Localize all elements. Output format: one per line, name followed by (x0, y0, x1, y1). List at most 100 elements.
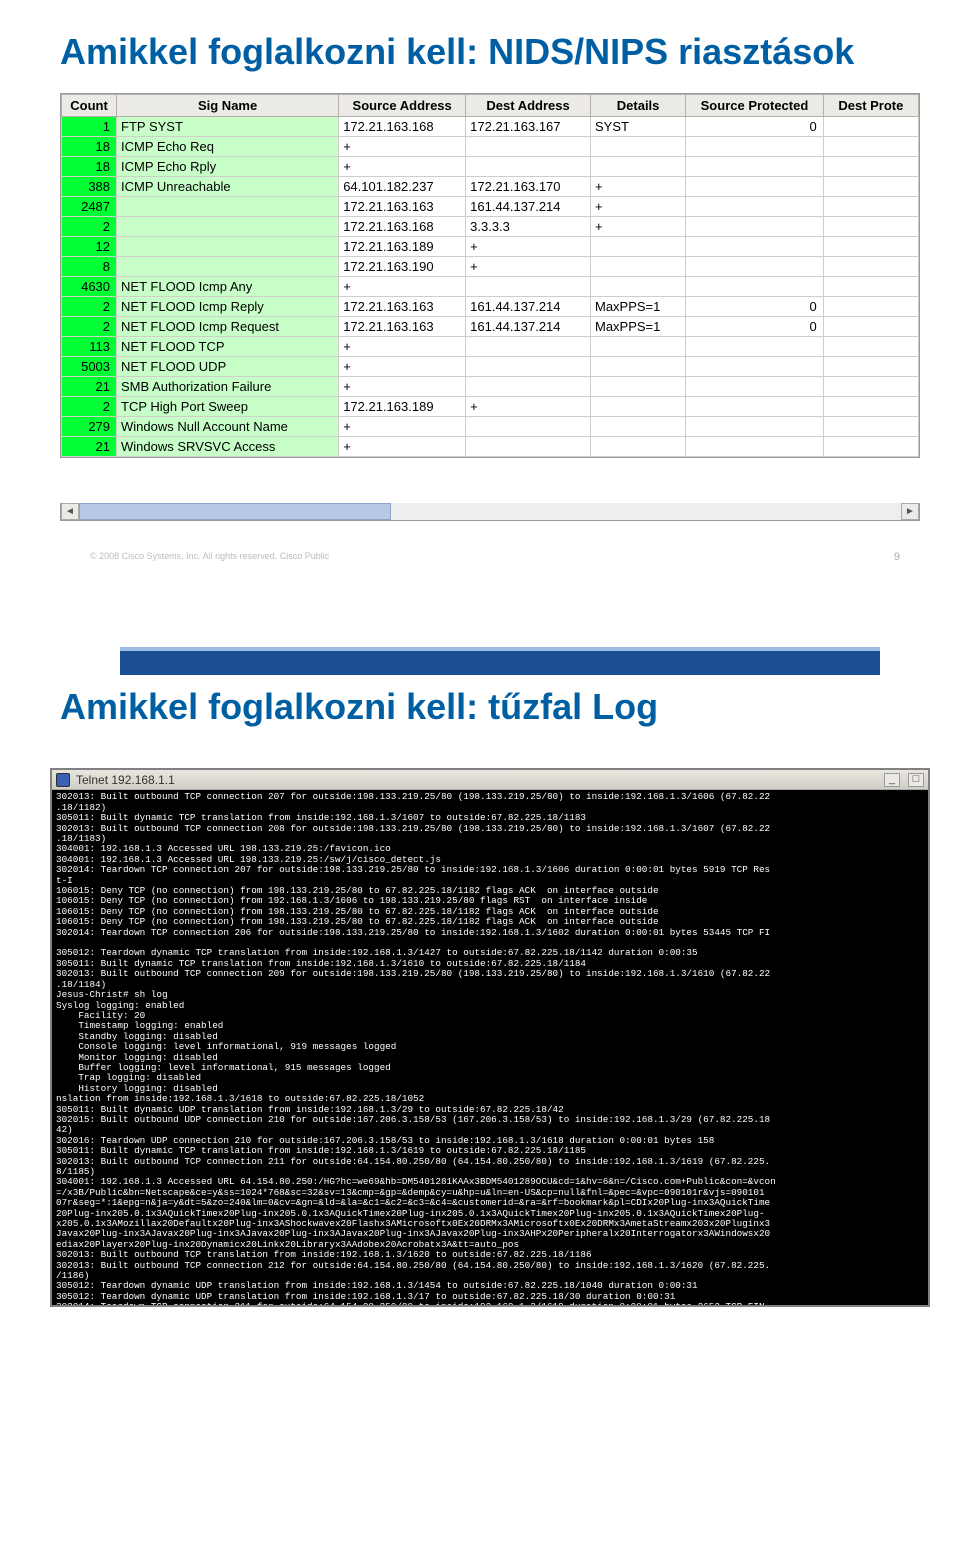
cell-det (590, 417, 685, 437)
cell-destp (823, 417, 918, 437)
cell-srcp: 0 (686, 317, 824, 337)
cell-srcp (686, 357, 824, 377)
scroll-thumb[interactable] (79, 503, 391, 520)
cell-destp (823, 437, 918, 457)
col-srcp[interactable]: Source Protected (686, 95, 824, 117)
table-row[interactable]: 113NET FLOOD TCP+ (62, 337, 919, 357)
col-src[interactable]: Source Address (339, 95, 466, 117)
scroll-left-icon[interactable]: ◄ (61, 503, 79, 520)
cell-destp (823, 337, 918, 357)
cell-det: + (590, 217, 685, 237)
cell-src: + (339, 157, 466, 177)
cell-dest: 3.3.3.3 (466, 217, 591, 237)
header-row: Count Sig Name Source Address Dest Addre… (62, 95, 919, 117)
scroll-track[interactable] (79, 503, 901, 520)
cell-srcp (686, 397, 824, 417)
cell-count: 2 (62, 317, 117, 337)
cell-sig: ICMP Echo Rply (117, 157, 339, 177)
table-row[interactable]: 21Windows SRVSVC Access+ (62, 437, 919, 457)
cell-det (590, 377, 685, 397)
cell-dest (466, 137, 591, 157)
cell-count: 2 (62, 297, 117, 317)
cell-src: 172.21.163.189 (339, 397, 466, 417)
slide-title: Amikkel foglalkozni kell: NIDS/NIPS rias… (60, 30, 920, 73)
cell-srcp (686, 377, 824, 397)
cell-det: MaxPPS=1 (590, 317, 685, 337)
cell-dest (466, 277, 591, 297)
cell-destp (823, 257, 918, 277)
cell-det (590, 397, 685, 417)
table-row[interactable]: 18ICMP Echo Req+ (62, 137, 919, 157)
cell-dest: 161.44.137.214 (466, 317, 591, 337)
cell-dest: 172.21.163.170 (466, 177, 591, 197)
cell-count: 21 (62, 377, 117, 397)
cell-src: 172.21.163.163 (339, 297, 466, 317)
cell-sig: FTP SYST (117, 117, 339, 137)
horizontal-scrollbar[interactable]: ◄ ► (60, 503, 920, 521)
table-row[interactable]: 2172.21.163.1683.3.3.3+ (62, 217, 919, 237)
cell-sig: NET FLOOD TCP (117, 337, 339, 357)
maximize-icon[interactable]: □ (908, 773, 924, 787)
cell-src: 172.21.163.168 (339, 117, 466, 137)
table-row[interactable]: 2NET FLOOD Icmp Request172.21.163.163161… (62, 317, 919, 337)
table-row[interactable]: 279Windows Null Account Name+ (62, 417, 919, 437)
cell-src: + (339, 377, 466, 397)
table-row[interactable]: 4630NET FLOOD Icmp Any+ (62, 277, 919, 297)
col-count[interactable]: Count (62, 95, 117, 117)
cell-srcp (686, 337, 824, 357)
cell-src: 172.21.163.163 (339, 197, 466, 217)
copyright-text: © 2008 Cisco Systems, Inc. All rights re… (90, 551, 329, 561)
table-row[interactable]: 1FTP SYST172.21.163.168172.21.163.167SYS… (62, 117, 919, 137)
col-sig[interactable]: Sig Name (117, 95, 339, 117)
table-row[interactable]: 12172.21.163.189+ (62, 237, 919, 257)
cell-srcp: 0 (686, 297, 824, 317)
alerts-grid: Count Sig Name Source Address Dest Addre… (60, 93, 920, 458)
cell-src: + (339, 337, 466, 357)
table-row[interactable]: 2NET FLOOD Icmp Reply172.21.163.163161.4… (62, 297, 919, 317)
cell-destp (823, 137, 918, 157)
table-row[interactable]: 18ICMP Echo Rply+ (62, 157, 919, 177)
cell-det (590, 277, 685, 297)
minimize-icon[interactable]: _ (884, 773, 900, 787)
cell-srcp (686, 137, 824, 157)
scroll-right-icon[interactable]: ► (901, 503, 919, 520)
table-row[interactable]: 388ICMP Unreachable64.101.182.237172.21.… (62, 177, 919, 197)
cell-destp (823, 397, 918, 417)
cell-destp (823, 117, 918, 137)
cell-destp (823, 297, 918, 317)
cell-count: 21 (62, 437, 117, 457)
col-destp[interactable]: Dest Prote (823, 95, 918, 117)
cell-dest: + (466, 257, 591, 277)
cell-sig: NET FLOOD UDP (117, 357, 339, 377)
alerts-grid-wrapper: Count Sig Name Source Address Dest Addre… (60, 93, 920, 521)
cell-count: 113 (62, 337, 117, 357)
cell-det (590, 337, 685, 357)
cell-count: 18 (62, 137, 117, 157)
cell-count: 12 (62, 237, 117, 257)
cell-srcp (686, 197, 824, 217)
cell-srcp (686, 177, 824, 197)
table-row[interactable]: 21SMB Authorization Failure+ (62, 377, 919, 397)
telnet-output[interactable]: 302013: Built outbound TCP connection 20… (52, 790, 928, 1305)
table-row[interactable]: 5003NET FLOOD UDP+ (62, 357, 919, 377)
telnet-titlebar[interactable]: Telnet 192.168.1.1 _ □ (52, 770, 928, 790)
col-dest[interactable]: Dest Address (466, 95, 591, 117)
cell-det: + (590, 177, 685, 197)
cell-sig: NET FLOOD Icmp Request (117, 317, 339, 337)
slide-firewall-log: Amikkel foglalkozni kell: tűzfal Log (0, 617, 960, 758)
cell-det: + (590, 197, 685, 217)
col-details[interactable]: Details (590, 95, 685, 117)
cell-sig (117, 217, 339, 237)
telnet-window: Telnet 192.168.1.1 _ □ 302013: Built out… (50, 768, 930, 1307)
cell-src: 64.101.182.237 (339, 177, 466, 197)
table-row[interactable]: 8172.21.163.190+ (62, 257, 919, 277)
cell-count: 2487 (62, 197, 117, 217)
cell-count: 8 (62, 257, 117, 277)
slide-nids: Amikkel foglalkozni kell: NIDS/NIPS rias… (0, 0, 960, 581)
cell-sig (117, 257, 339, 277)
cell-srcp (686, 157, 824, 177)
table-row[interactable]: 2487172.21.163.163161.44.137.214+ (62, 197, 919, 217)
table-row[interactable]: 2TCP High Port Sweep172.21.163.189+ (62, 397, 919, 417)
cell-destp (823, 357, 918, 377)
cell-src: + (339, 437, 466, 457)
